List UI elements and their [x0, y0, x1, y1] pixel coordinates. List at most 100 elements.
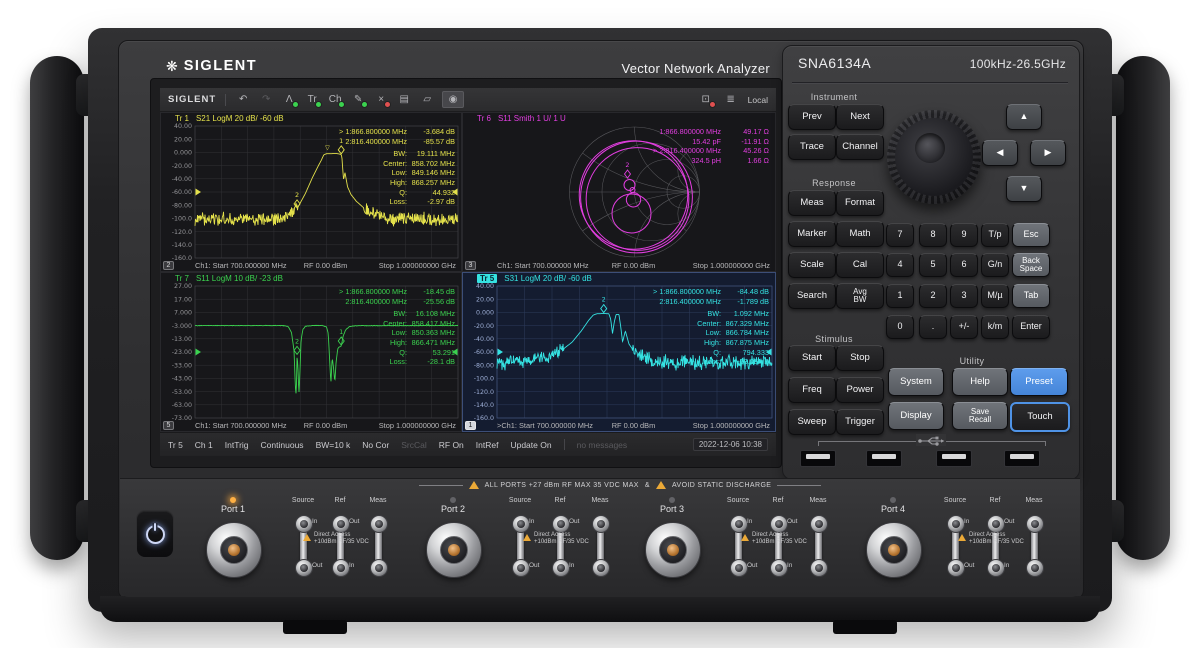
plot-s11-logmag[interactable]: 27.0017.007.000-3.000-13.00-23.00-33.00-…	[160, 272, 462, 432]
channel-button[interactable]: Channel	[836, 134, 884, 160]
arrow-up-key[interactable]: ▲	[1006, 104, 1042, 130]
key-5[interactable]: 5	[919, 253, 947, 277]
key-7[interactable]: 7	[886, 223, 914, 247]
key-1[interactable]: 1	[886, 284, 914, 308]
port-4-ref-label: Ref	[973, 497, 1017, 504]
plot-s31-logmag-active[interactable]: 40.0020.000.000-20.00-40.00-60.00-80.00-…	[462, 272, 776, 432]
port-1-source-bottom-connector	[295, 559, 313, 577]
meas-button[interactable]: Meas	[788, 190, 836, 216]
redo-icon[interactable]: ↷	[258, 92, 274, 107]
key-back-space[interactable]: Back Space	[1012, 253, 1050, 277]
key-4[interactable]: 4	[886, 253, 914, 277]
task-list-icon[interactable]: ≣	[723, 92, 739, 107]
screenshot-icon[interactable]: ◉	[442, 91, 464, 108]
folder-open-icon[interactable]: ▱	[419, 92, 435, 107]
touch-button[interactable]: Touch	[1010, 402, 1070, 432]
trace-name: Tr 6	[477, 114, 491, 123]
footer-power: RF 0.00 dBm	[289, 261, 362, 270]
marker-peak-icon[interactable]: Λ	[281, 92, 297, 107]
window-badge: 3	[465, 261, 476, 270]
port-1-source-bottom-dir-label: Out	[312, 562, 322, 569]
usb-port-3	[936, 450, 972, 467]
control-panel-divider	[792, 82, 1068, 83]
arrow-down-key[interactable]: ▼	[1006, 176, 1042, 202]
readout-value: 1.66 Ω	[721, 156, 769, 166]
port-1-meas-bottom-connector	[370, 559, 388, 577]
add-trace-icon[interactable]: Tr	[304, 92, 320, 107]
scale-button[interactable]: Scale	[788, 252, 836, 278]
port-2-source-label: Source	[498, 497, 542, 504]
key-3[interactable]: 3	[950, 284, 978, 308]
rotary-knob[interactable]	[887, 110, 981, 204]
key-enter[interactable]: Enter	[1012, 315, 1050, 339]
plot-s21-logmag[interactable]: 40.0020.000.000-20.00-40.00-60.00-80.00-…	[160, 112, 462, 272]
freq-button[interactable]: Freq	[788, 377, 836, 403]
prev-button[interactable]: Prev	[788, 104, 836, 130]
port-1-meas-top-connector	[370, 515, 388, 533]
key-2[interactable]: 2	[919, 284, 947, 308]
port-2-connector-pin	[448, 544, 460, 556]
delete-icon[interactable]: ×	[373, 92, 389, 107]
network-icon[interactable]: ⊡	[698, 92, 714, 107]
stat-label: Center:	[383, 159, 407, 169]
save-icon[interactable]: ▤	[396, 92, 412, 107]
key-tab[interactable]: Tab	[1012, 284, 1050, 308]
marker-frequency: > 1:866.800000 MHz	[339, 127, 407, 137]
svg-text:-60.00: -60.00	[474, 349, 494, 356]
trace-title: Tr 7S11 LogM 10 dB/ -23 dB	[175, 274, 283, 283]
power-button[interactable]	[136, 510, 174, 558]
key-esc[interactable]: Esc	[1012, 223, 1050, 247]
sweep-button[interactable]: Sweep	[788, 409, 836, 435]
port-4-led	[890, 497, 896, 503]
save-recall-button[interactable]: Save Recall	[952, 402, 1008, 430]
plot-footer: Ch1: Start 700.000000 MHzRF 0.00 dBmStop…	[195, 261, 456, 270]
arrow-left-key[interactable]: ◀	[982, 140, 1018, 166]
marker-readout: > 1:866.800000 MHz-18.45 dB2:816.400000 …	[339, 287, 455, 367]
arrow-right-key[interactable]: ▶	[1030, 140, 1066, 166]
avg-bw-button[interactable]: Avg BW	[836, 283, 884, 309]
help-button[interactable]: Help	[952, 368, 1008, 396]
format-button[interactable]: Format	[836, 190, 884, 216]
port-4-meas-label: Meas	[1012, 497, 1056, 504]
usb-port-tab	[872, 454, 896, 459]
status-intref: IntRef	[476, 440, 499, 450]
marker-button[interactable]: Marker	[788, 221, 836, 247]
marker-value: -85.57 dB	[407, 137, 455, 147]
key-m[interactable]: M/µ	[981, 284, 1009, 308]
trace-label: S11 Smith 1 U/ 1 U	[498, 114, 566, 123]
svg-text:-20.00: -20.00	[474, 323, 494, 330]
stat-value: -69.05 dB	[721, 357, 769, 367]
key-t-p[interactable]: T/p	[981, 223, 1009, 247]
key-8[interactable]: 8	[919, 223, 947, 247]
stop-button[interactable]: Stop	[836, 345, 884, 371]
key-9[interactable]: 9	[950, 223, 978, 247]
undo-icon[interactable]: ↶	[235, 92, 251, 107]
key-k-m[interactable]: k/m	[981, 315, 1009, 339]
power-button[interactable]: Power	[836, 377, 884, 403]
add-channel-icon[interactable]: Ch	[327, 92, 343, 107]
port-3-ref-bottom-dir-label: In	[787, 562, 792, 569]
usb-port-tab	[942, 454, 966, 459]
system-button[interactable]: System	[888, 368, 944, 396]
status-update-on: Update On	[510, 440, 551, 450]
key-plus-minus[interactable]: +/-	[950, 315, 978, 339]
math-button[interactable]: Math	[836, 221, 884, 247]
status-tr-5: Tr 5	[168, 440, 183, 450]
key-g-n[interactable]: G/n	[981, 253, 1009, 277]
trace-button[interactable]: Trace	[788, 134, 836, 160]
stylus-icon[interactable]: ✎	[350, 92, 366, 107]
next-button[interactable]: Next	[836, 104, 884, 130]
key-0[interactable]: 0	[886, 315, 914, 339]
marker-frequency: 2:816.400000 MHz	[659, 297, 721, 307]
preset-button[interactable]: Preset	[1010, 368, 1068, 396]
start-button[interactable]: Start	[788, 345, 836, 371]
cal-button[interactable]: Cal	[836, 252, 884, 278]
ports-warning: ALL PORTS +27 dBm RF MAX 35 VDC MAX & AV…	[340, 479, 900, 491]
key-6[interactable]: 6	[950, 253, 978, 277]
stat-label: Center:	[697, 319, 721, 329]
search-button[interactable]: Search	[788, 283, 836, 309]
key-dot[interactable]: .	[919, 315, 947, 339]
plot-s11-smith[interactable]: 2Tr 6S11 Smith 1 U/ 1 U1:866.800000 MHz4…	[462, 112, 776, 272]
display-button[interactable]: Display	[888, 402, 944, 430]
trigger-button[interactable]: Trigger	[836, 409, 884, 435]
